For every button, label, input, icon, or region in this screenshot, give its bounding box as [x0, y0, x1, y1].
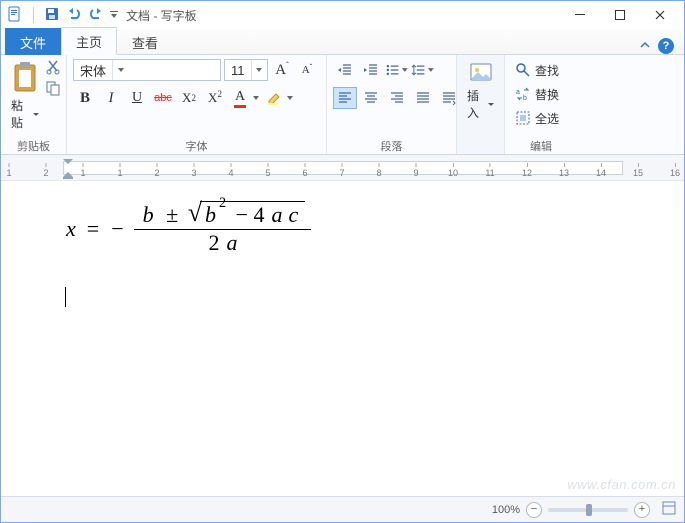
ruler-tick: 7 — [339, 163, 344, 178]
chevron-down-icon — [251, 60, 267, 80]
italic-button[interactable]: I — [99, 87, 123, 109]
align-justify-button[interactable] — [411, 87, 435, 109]
ruler-tick: 16 — [670, 163, 680, 178]
redo-button[interactable] — [88, 6, 104, 25]
font-name-select[interactable]: 宋体 — [73, 59, 221, 81]
help-icon[interactable]: ? — [658, 38, 674, 54]
watermark: www.cfan.com.cn — [567, 477, 676, 492]
ruler-tick: 6 — [302, 163, 307, 178]
shrink-font-button[interactable]: Aˇ — [296, 59, 318, 81]
qat-customize[interactable] — [110, 8, 118, 22]
superscript-button[interactable]: X2 — [203, 87, 227, 109]
insert-button[interactable]: 插入 — [463, 59, 498, 123]
chevron-down-icon — [112, 60, 128, 80]
svg-text:a: a — [516, 89, 520, 96]
select-all-label: 全选 — [535, 110, 559, 127]
indent-marker[interactable] — [63, 159, 73, 181]
ruler-tick: 14 — [596, 163, 606, 178]
equation: x = − b ± √ b2 − 4ac 2a — [63, 201, 622, 257]
svg-text:b: b — [523, 95, 527, 102]
ruler-tick: 1 — [80, 163, 85, 178]
find-label: 查找 — [535, 62, 559, 79]
tab-file[interactable]: 文件 — [5, 28, 61, 55]
copy-icon[interactable] — [45, 80, 61, 99]
replace-button[interactable]: ab 替换 — [511, 83, 563, 105]
find-button[interactable]: 查找 — [511, 59, 563, 81]
font-size-select[interactable]: 11 — [224, 59, 268, 81]
decrease-indent-button[interactable] — [333, 59, 357, 81]
bold-button[interactable]: B — [73, 87, 97, 109]
group-label-insert — [457, 138, 504, 154]
group-label-edit: 编辑 — [505, 138, 577, 154]
ruler-tick: 2 — [154, 163, 159, 178]
ruler[interactable]: 12112345678910111213141516 — [1, 155, 684, 181]
align-right-button[interactable] — [385, 87, 409, 109]
font-color-button[interactable]: A — [229, 87, 261, 109]
font-name-value: 宋体 — [74, 61, 112, 80]
undo-button[interactable] — [66, 6, 82, 25]
strikethrough-button[interactable]: abc — [151, 87, 175, 109]
save-button[interactable] — [44, 6, 60, 25]
ruler-tick: 13 — [559, 163, 569, 178]
cut-icon[interactable] — [45, 59, 61, 78]
ruler-tick: 3 — [191, 163, 196, 178]
window-title: 文档 - 写字板 — [126, 7, 197, 24]
replace-label: 替换 — [535, 86, 559, 103]
underline-button[interactable]: U — [125, 87, 149, 109]
text-cursor — [65, 287, 66, 307]
ruler-tick: 2 — [43, 163, 48, 178]
paste-button[interactable]: 粘贴 — [7, 59, 43, 133]
select-all-button[interactable]: 全选 — [511, 107, 563, 129]
grow-font-button[interactable]: Aˆ — [271, 59, 293, 81]
align-center-button[interactable] — [359, 87, 383, 109]
zoom-value: 100% — [492, 504, 520, 516]
zoom-in-button[interactable]: + — [634, 502, 650, 518]
maximize-button[interactable] — [600, 1, 640, 29]
app-icon — [7, 6, 23, 25]
ruler-tick: 9 — [413, 163, 418, 178]
ruler-tick: 15 — [633, 163, 643, 178]
close-button[interactable] — [640, 1, 680, 29]
subscript-button[interactable]: X2 — [177, 87, 201, 109]
highlight-button[interactable] — [263, 87, 295, 109]
ruler-tick: 4 — [228, 163, 233, 178]
increase-indent-button[interactable] — [359, 59, 383, 81]
fullscreen-icon[interactable] — [662, 501, 676, 518]
align-left-button[interactable] — [333, 87, 357, 109]
ruler-tick: 5 — [265, 163, 270, 178]
paste-label: 粘贴 — [11, 97, 39, 131]
ruler-tick: 1 — [6, 163, 11, 178]
zoom-out-button[interactable]: − — [526, 502, 542, 518]
collapse-ribbon-icon[interactable] — [640, 39, 650, 53]
ruler-tick: 11 — [485, 163, 494, 178]
group-label-clipboard: 剪贴板 — [1, 138, 66, 154]
zoom-slider[interactable] — [548, 508, 628, 512]
tab-home[interactable]: 主页 — [61, 27, 117, 55]
document-area[interactable]: x = − b ± √ b2 − 4ac 2a — [1, 181, 684, 496]
ruler-tick: 12 — [522, 163, 532, 178]
ruler-tick: 1 — [117, 163, 122, 178]
tab-view[interactable]: 查看 — [117, 28, 173, 55]
list-button[interactable] — [385, 59, 409, 81]
minimize-button[interactable] — [560, 1, 600, 29]
group-label-paragraph: 段落 — [327, 138, 456, 154]
insert-label: 插入 — [467, 87, 494, 121]
ruler-tick: 8 — [376, 163, 381, 178]
line-spacing-button[interactable] — [411, 59, 435, 81]
ruler-tick: 10 — [448, 163, 458, 178]
font-size-value: 11 — [225, 63, 251, 78]
group-label-font: 字体 — [67, 138, 326, 154]
